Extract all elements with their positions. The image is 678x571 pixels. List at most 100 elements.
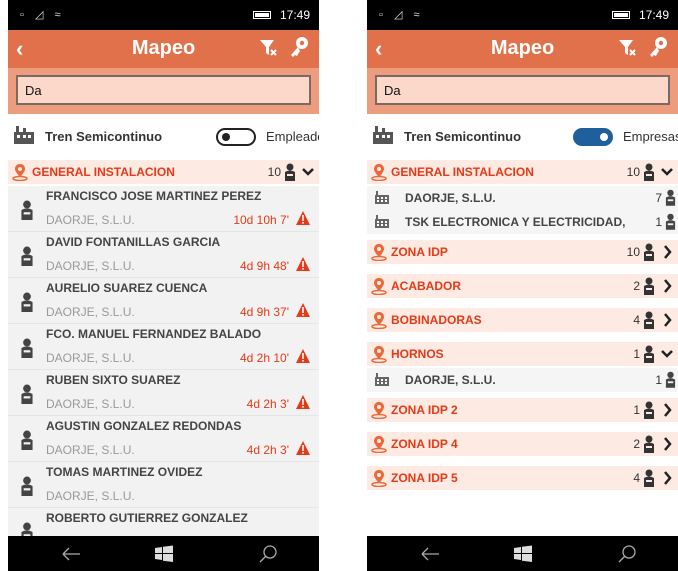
- group-name: GENERAL INSTALACION: [32, 165, 175, 179]
- group-header[interactable]: ZONA IDP 2 1: [367, 398, 678, 422]
- employee-row[interactable]: FCO. MANUEL FERNANDEZ BALADO DAORJE, S.L.…: [8, 324, 319, 370]
- group-count: 1: [633, 347, 640, 361]
- location-pin-icon: [371, 470, 387, 487]
- employee-company: DAORJE, S.L.U.: [46, 213, 135, 227]
- location-pin-icon: [371, 312, 387, 329]
- elapsed-time: 4d 2h 3': [246, 397, 289, 411]
- person-icon: [21, 384, 33, 404]
- employee-row[interactable]: ROBERTO GUTIERREZ GONZALEZ: [8, 508, 319, 536]
- employee-company: DAORJE, S.L.U.: [46, 489, 135, 503]
- elapsed-time: 4d 2h 10': [239, 351, 289, 365]
- person-icon: [665, 371, 676, 388]
- company-row[interactable]: DAORJE, S.L.U. 1: [367, 368, 678, 392]
- chevron-right-icon[interactable]: [660, 311, 674, 329]
- person-icon: [21, 246, 33, 266]
- person-icon: [644, 243, 654, 261]
- group-header[interactable]: GENERAL INSTALACION 10: [367, 160, 678, 184]
- group-header[interactable]: ZONA IDP 4 2: [367, 432, 678, 456]
- person-icon: [644, 435, 654, 453]
- group-header[interactable]: HORNOS 1: [367, 342, 678, 366]
- chevron-right-icon[interactable]: [660, 401, 674, 419]
- back-nav-icon[interactable]: [60, 544, 82, 564]
- group-name: ZONA IDP 4: [391, 437, 458, 451]
- employee-name: ROBERTO GUTIERREZ GONZALEZ: [46, 511, 248, 525]
- filter-icon[interactable]: [618, 38, 636, 58]
- group-name: ZONA IDP 2: [391, 403, 458, 417]
- chevron-down-icon[interactable]: [660, 163, 674, 181]
- filter-icon[interactable]: [259, 38, 277, 58]
- employee-company: DAORJE, S.L.U.: [46, 397, 135, 411]
- employee-row[interactable]: TOMAS MARTINEZ OVIDEZ DAORJE, S.L.U.: [8, 462, 319, 508]
- person-icon: [644, 311, 654, 329]
- group-name: GENERAL INSTALACION: [391, 165, 534, 179]
- employee-name: TOMAS MARTINEZ OVIDEZ: [46, 465, 203, 479]
- group-header[interactable]: BOBINADORAS 4: [367, 308, 678, 332]
- elapsed-time: 4d 9h 48': [239, 259, 289, 273]
- employee-name: FRANCISCO JOSE MARTINEZ PEREZ: [46, 189, 262, 203]
- search-area: Da: [367, 68, 678, 114]
- location-pin-icon: [371, 346, 387, 363]
- group-header[interactable]: GENERAL INSTALACION 10: [8, 160, 319, 184]
- employee-row[interactable]: AGUSTIN GONZALEZ REDONDAS DAORJE, S.L.U. 4…: [8, 416, 319, 462]
- company-row[interactable]: TSK ELECTRONICA Y ELECTRICIDAD, 1: [367, 210, 678, 234]
- group-name: ACABADOR: [391, 279, 461, 293]
- windows-start-icon[interactable]: [153, 544, 175, 564]
- windows-start-icon[interactable]: [512, 544, 534, 564]
- chevron-right-icon[interactable]: [660, 277, 674, 295]
- group-header[interactable]: ACABADOR 2: [367, 274, 678, 298]
- employees-companies-toggle[interactable]: [216, 128, 256, 146]
- warning-icon: [296, 211, 310, 225]
- nav-bar: [8, 536, 319, 571]
- building-icon: [375, 373, 389, 386]
- location-pin-icon: [371, 164, 387, 181]
- group-count: 4: [633, 471, 640, 485]
- person-icon: [644, 469, 654, 487]
- employee-name: DAVID FONTANILLAS GARCIA: [46, 235, 221, 249]
- chevron-right-icon[interactable]: [660, 243, 674, 261]
- employee-company: DAORJE, S.L.U.: [46, 259, 135, 273]
- group-name: BOBINADORAS: [391, 313, 482, 327]
- employee-row[interactable]: RUBEN SIXTO SUAREZ DAORJE, S.L.U. 4d 2h 3': [8, 370, 319, 416]
- key-icon[interactable]: [648, 36, 668, 58]
- warning-icon: [296, 395, 310, 409]
- person-icon: [644, 401, 654, 419]
- back-nav-icon[interactable]: [419, 544, 441, 564]
- filter-label: Tren Semicontinuo: [404, 129, 522, 144]
- status-time: 17:49: [279, 8, 310, 22]
- employee-company: DAORJE, S.L.U.: [46, 351, 135, 365]
- company-row[interactable]: DAORJE, S.L.U. 7: [367, 186, 678, 210]
- group-header[interactable]: ZONA IDP 10: [367, 240, 678, 264]
- employee-company: DAORJE, S.L.U.: [46, 305, 135, 319]
- location-pin-icon: [371, 402, 387, 419]
- chevron-right-icon[interactable]: [660, 435, 674, 453]
- employee-name: AGUSTIN GONZALEZ REDONDAS: [46, 419, 242, 433]
- company-count: 7: [655, 191, 662, 205]
- app-bar: ‹ Mapeo: [8, 30, 319, 68]
- search-nav-icon[interactable]: [258, 544, 280, 564]
- group-header[interactable]: ZONA IDP 5 4: [367, 466, 678, 490]
- group-count: 10: [626, 165, 640, 179]
- company-count: 1: [655, 373, 662, 387]
- employees-companies-toggle[interactable]: [573, 128, 613, 146]
- employee-row[interactable]: FRANCISCO JOSE MARTINEZ PEREZ DAORJE, S.L…: [8, 186, 319, 232]
- nav-bar: [367, 536, 678, 571]
- company-list: GENERAL INSTALACION 10 DAORJE, S.L.U. 7 TSK …: [367, 160, 678, 536]
- status-bar: ▫ ◿ ≈ 17:49: [8, 0, 319, 30]
- search-input[interactable]: Da: [375, 75, 670, 105]
- status-bar: ▫ ◿ ≈ 17:49: [367, 0, 678, 30]
- warning-icon: [296, 349, 310, 363]
- chevron-right-icon[interactable]: [660, 469, 674, 487]
- key-icon[interactable]: [289, 36, 309, 58]
- location-pin-icon: [12, 164, 28, 181]
- employee-row[interactable]: AURELIO SUAREZ CUENCA DAORJE, S.L.U. 4d 9h…: [8, 278, 319, 324]
- toggle-knob: [222, 133, 230, 141]
- person-icon: [21, 476, 33, 496]
- employee-row[interactable]: DAVID FONTANILLAS GARCIA DAORJE, S.L.U. 4d…: [8, 232, 319, 278]
- search-input[interactable]: Da: [16, 75, 311, 105]
- chevron-down-icon[interactable]: [301, 163, 315, 181]
- chevron-down-icon[interactable]: [660, 345, 674, 363]
- search-nav-icon[interactable]: [617, 544, 639, 564]
- location-pin-icon: [371, 278, 387, 295]
